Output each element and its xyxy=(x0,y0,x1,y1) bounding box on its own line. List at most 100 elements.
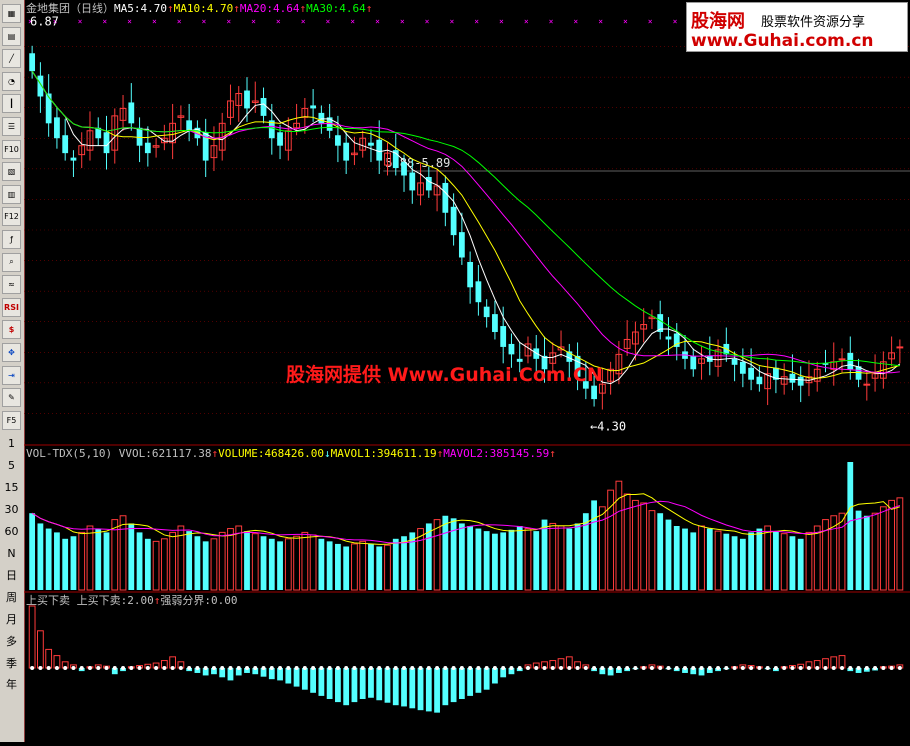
candle-body xyxy=(376,139,383,161)
ind-legend-label-0: 上买下卖 上买下卖: xyxy=(26,594,128,607)
table-icon[interactable]: ▤ xyxy=(2,26,21,46)
volume-bar xyxy=(144,538,151,590)
zero-line-dot xyxy=(873,666,878,670)
indicator-bar xyxy=(376,668,383,701)
period-2[interactable]: 15 xyxy=(2,478,21,497)
period-3[interactable]: 30 xyxy=(2,500,21,519)
signal-marker: × xyxy=(127,17,132,26)
period-7[interactable]: 周 xyxy=(2,587,21,606)
doc-icon[interactable]: ▧ xyxy=(2,162,21,182)
volume-bar xyxy=(748,532,755,590)
candle-body xyxy=(591,385,597,400)
pencil-icon[interactable]: ✎ xyxy=(2,388,21,408)
candle-body xyxy=(797,376,804,386)
candle-body xyxy=(244,90,250,109)
signal-marker: × xyxy=(226,17,231,26)
period-10[interactable]: 季 xyxy=(2,653,21,672)
zero-line-dot xyxy=(699,666,704,670)
vol-legend-label-1: VOLUME: xyxy=(218,447,265,460)
indicator-bars xyxy=(28,605,904,713)
f5-icon[interactable]: F5 xyxy=(2,410,21,430)
zero-line-dot xyxy=(79,666,84,670)
zero-line-dot xyxy=(881,666,886,670)
volume-bar xyxy=(896,497,904,591)
period-9[interactable]: 多 xyxy=(2,631,21,650)
move-icon[interactable]: ✥ xyxy=(2,343,21,362)
period-0[interactable]: 1 xyxy=(2,434,21,453)
ma-label-0: MA5: xyxy=(114,2,141,15)
volume-bar xyxy=(227,528,234,591)
candle-body xyxy=(458,232,465,258)
indicator-bar xyxy=(351,668,358,703)
signal-marker: × xyxy=(549,17,554,26)
volume-bar xyxy=(673,526,680,590)
signal-marker: × xyxy=(251,17,256,26)
candle-body xyxy=(144,142,151,154)
volume-bar xyxy=(574,523,581,590)
formula-icon[interactable]: ƒ xyxy=(2,230,21,249)
chart-area[interactable]: ××××××××××××××××××××××××××××××××××××5.88… xyxy=(23,0,910,742)
zero-line-dot xyxy=(732,666,737,670)
zero-line-dot xyxy=(178,666,183,670)
period-6[interactable]: 日 xyxy=(2,565,21,584)
dollar-icon[interactable]: $ xyxy=(2,320,21,340)
zero-line-dot xyxy=(87,666,92,670)
indicator-bar xyxy=(368,668,374,698)
search-icon[interactable]: ⌕ xyxy=(2,252,21,272)
volume-bar xyxy=(326,541,333,590)
period-8[interactable]: 月 xyxy=(2,609,21,628)
zero-line-dot xyxy=(658,666,663,670)
zero-line-dot xyxy=(484,666,489,670)
volume-bar xyxy=(202,541,209,590)
indicator-panel-legend: 上买下卖 上买下卖: 2.00↑ 强弱分界: 0.00 xyxy=(26,594,238,608)
candle-icon[interactable]: ┃ xyxy=(2,94,21,114)
zero-line-dot xyxy=(806,666,811,670)
rsi-icon[interactable]: RSI xyxy=(2,297,21,317)
signal-marker: × xyxy=(623,17,628,26)
indicator-bar xyxy=(450,668,457,703)
period-5[interactable]: N xyxy=(2,544,21,563)
volume-bar xyxy=(524,528,532,591)
grid-icon[interactable]: ▦ xyxy=(2,4,21,23)
candle-body xyxy=(475,281,482,303)
volume-bar xyxy=(706,528,713,590)
zero-line-dot xyxy=(765,666,770,670)
vol-legend-arrow-2: ↑ xyxy=(436,447,444,460)
signal-marker: × xyxy=(301,17,306,26)
candle-body xyxy=(756,376,763,385)
zero-line-dot xyxy=(897,666,902,670)
zero-line-dot xyxy=(525,666,530,670)
volume-bars xyxy=(29,462,904,591)
period-11[interactable]: 年 xyxy=(2,675,21,694)
period-4[interactable]: 60 xyxy=(2,522,21,541)
zero-line-dot xyxy=(96,666,101,670)
indicator-icon[interactable]: ≈ xyxy=(2,275,21,295)
indicator-bar xyxy=(293,668,300,687)
zero-line-dot xyxy=(220,666,225,670)
zero-line-dot xyxy=(492,666,497,670)
list-icon[interactable]: ☰ xyxy=(2,117,21,136)
candle-body xyxy=(343,142,350,161)
indicator-bar xyxy=(392,668,399,706)
f12-icon[interactable]: F12 xyxy=(2,207,21,227)
volume-bar xyxy=(813,525,821,591)
candle-body xyxy=(368,142,374,146)
export-icon[interactable]: ⇥ xyxy=(2,365,21,385)
volume-bar xyxy=(508,529,515,590)
stock-name: 金地集团（日线） xyxy=(26,2,114,15)
pie-icon[interactable]: ◔ xyxy=(2,71,21,91)
zero-line-dot xyxy=(360,666,365,670)
line-chart-icon[interactable]: ╱ xyxy=(2,49,21,69)
ma5-line xyxy=(31,70,901,385)
signal-marker: × xyxy=(326,17,331,26)
f10-icon[interactable]: F10 xyxy=(2,139,21,159)
notes-icon[interactable]: ▥ xyxy=(2,184,21,204)
zero-line-dot xyxy=(319,666,324,670)
zero-line-dot xyxy=(302,666,307,670)
candle-body xyxy=(863,383,871,386)
zero-line-dot xyxy=(245,666,249,670)
indicator-bar xyxy=(425,668,432,712)
signal-marker: × xyxy=(375,17,380,26)
candle-body xyxy=(467,261,474,288)
period-1[interactable]: 5 xyxy=(2,456,21,475)
